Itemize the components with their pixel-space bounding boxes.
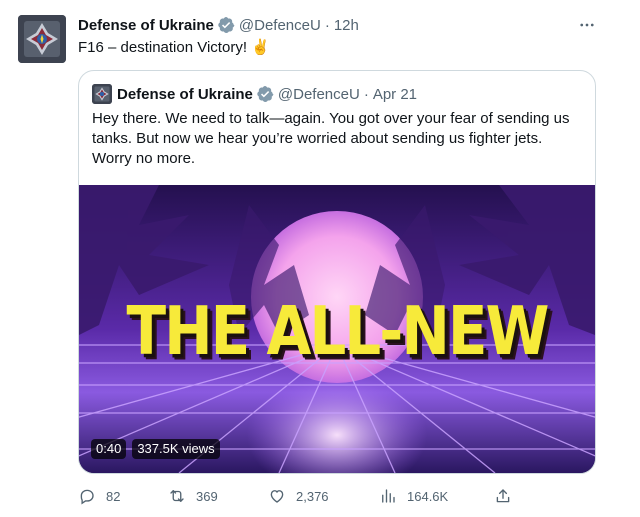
reply-button[interactable]: 82 [78, 484, 120, 508]
timestamp[interactable]: 12h [334, 17, 359, 34]
like-count: 2,376 [296, 488, 329, 504]
author-name[interactable]: Defense of Ukraine [78, 17, 214, 34]
tweet-body: F16 – destination Victory! [78, 39, 247, 56]
repost-icon [170, 490, 184, 502]
reply-icon [80, 489, 94, 505]
repost-count: 369 [196, 488, 218, 504]
tweet[interactable]: Defense of Ukraine @DefenceU · 12h F16 –… [0, 0, 640, 517]
quoted-timestamp: Apr 21 [372, 85, 418, 103]
author-handle[interactable]: @DefenceU [239, 17, 321, 34]
action-bar: 82 369 2,376 164.6K [78, 484, 518, 508]
separator-dot: · [324, 16, 330, 34]
defense-ukraine-emblem-icon [18, 15, 66, 63]
defense-ukraine-emblem-icon [92, 84, 112, 104]
video-title-overlay: THE ALL-NEW [126, 291, 550, 371]
video-views: 337.5K views [132, 439, 220, 459]
tweet-text: F16 – destination Victory! ✌️ [78, 38, 270, 58]
tweet-header: Defense of Ukraine @DefenceU · 12h [78, 15, 359, 35]
repost-button[interactable]: 369 [168, 484, 218, 508]
reply-count: 82 [106, 488, 121, 504]
quoted-avatar [92, 84, 112, 104]
quoted-tweet-header: Defense of Ukraine @DefenceU · Apr 21 [92, 84, 417, 104]
video-duration: 0:40 [91, 439, 127, 459]
quoted-tweet-text: Hey there. We need to talk—again. You go… [92, 110, 570, 167]
victory-hand-emoji: ✌️ [251, 39, 270, 56]
views-button[interactable]: 164.6K [379, 484, 448, 508]
like-button[interactable]: 2,376 [268, 484, 329, 508]
analytics-icon [382, 489, 395, 503]
verified-badge-icon [256, 85, 274, 103]
share-icon [496, 489, 510, 503]
verified-badge-icon[interactable] [217, 16, 235, 34]
view-count: 164.6K [407, 488, 449, 504]
quoted-author-handle: @DefenceU [277, 85, 360, 103]
more-options-icon[interactable] [576, 15, 598, 35]
video-player[interactable]: THE ALL-NEW 0:40 337.5K views [79, 185, 595, 473]
share-button[interactable] [494, 484, 522, 508]
video-badges: 0:40 337.5K views [91, 439, 220, 459]
avatar[interactable] [18, 15, 66, 63]
separator-dot: · [363, 85, 369, 103]
heart-icon [270, 490, 284, 503]
quoted-author-name: Defense of Ukraine [117, 85, 253, 103]
quoted-tweet[interactable]: Defense of Ukraine @DefenceU · Apr 21 He… [78, 70, 596, 474]
